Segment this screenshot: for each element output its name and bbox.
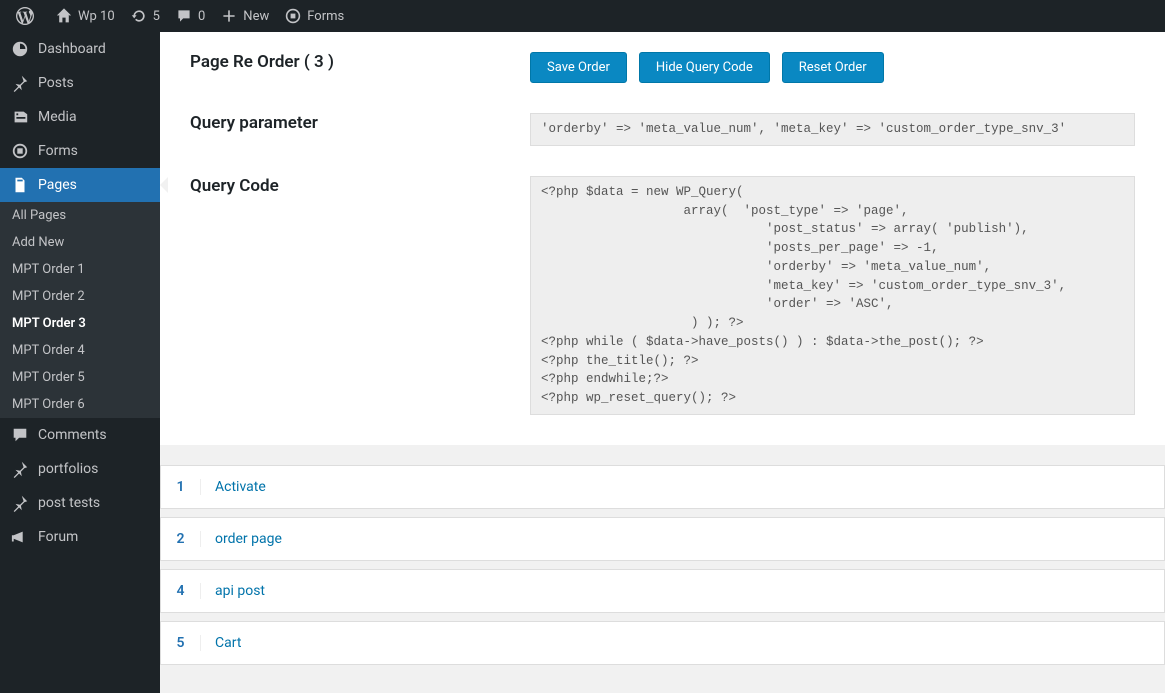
updates-count: 5 (153, 9, 160, 24)
forms-top[interactable]: Forms (277, 0, 352, 32)
megaphone-icon (10, 528, 30, 546)
reset-order-button[interactable]: Reset Order (782, 52, 884, 83)
site-name-label: Wp 10 (78, 9, 115, 24)
forms-label: Forms (307, 9, 344, 24)
query-param-value: 'orderby' => 'meta_value_num', 'meta_key… (530, 113, 1135, 146)
page-row[interactable]: 5Cart (160, 621, 1165, 665)
pages-icon (10, 176, 30, 194)
menu-portfolios[interactable]: portfolios (0, 452, 160, 486)
menu-comments[interactable]: Comments (0, 418, 160, 452)
page-title: Page Re Order ( 3 ) (190, 52, 530, 72)
page-row-number: 2 (161, 531, 201, 547)
admin-bar: Wp 10 5 0 New Forms (0, 0, 1165, 32)
page-row-title[interactable]: order page (201, 531, 282, 547)
page-row-title[interactable]: api post (201, 583, 265, 599)
menu-forms-label: Forms (38, 143, 78, 159)
page-row-number: 4 (161, 583, 201, 599)
submenu-all-pages[interactable]: All Pages (0, 202, 160, 229)
refresh-icon (131, 8, 147, 24)
settings-panel: Page Re Order ( 3 ) Save Order Hide Quer… (160, 32, 1165, 445)
pin-icon (10, 74, 30, 92)
submenu-mpt-5[interactable]: MPT Order 5 (0, 364, 160, 391)
menu-portfolios-label: portfolios (38, 461, 98, 477)
plus-icon (221, 8, 237, 24)
new-label: New (243, 9, 269, 24)
page-row-title[interactable]: Cart (201, 635, 241, 651)
page-row-number: 5 (161, 635, 201, 651)
updates[interactable]: 5 (123, 0, 168, 32)
dashboard-icon (10, 40, 30, 58)
menu-forum-label: Forum (38, 529, 78, 545)
forms-icon (285, 8, 301, 24)
submenu-mpt-1[interactable]: MPT Order 1 (0, 256, 160, 283)
media-icon (10, 108, 30, 126)
main-content: Page Re Order ( 3 ) Save Order Hide Quer… (160, 32, 1165, 693)
submenu-add-new[interactable]: Add New (0, 229, 160, 256)
submenu-mpt-4[interactable]: MPT Order 4 (0, 337, 160, 364)
home-icon (56, 8, 72, 24)
menu-dashboard-label: Dashboard (38, 41, 106, 57)
comments-bubble[interactable]: 0 (168, 0, 213, 32)
menu-posts-label: Posts (38, 75, 74, 91)
comments-icon (10, 426, 30, 444)
submenu-mpt-6[interactable]: MPT Order 6 (0, 391, 160, 418)
query-code-label: Query Code (190, 176, 530, 196)
menu-forum[interactable]: Forum (0, 520, 160, 554)
menu-media[interactable]: Media (0, 100, 160, 134)
page-row-number: 1 (161, 479, 201, 495)
menu-post-tests-label: post tests (38, 495, 100, 511)
menu-pages[interactable]: Pages (0, 168, 160, 202)
hide-query-code-button[interactable]: Hide Query Code (639, 52, 770, 83)
submenu-mpt-2[interactable]: MPT Order 2 (0, 283, 160, 310)
new-content[interactable]: New (213, 0, 277, 32)
menu-forms[interactable]: Forms (0, 134, 160, 168)
menu-dashboard[interactable]: Dashboard (0, 32, 160, 66)
menu-post-tests[interactable]: post tests (0, 486, 160, 520)
submenu-mpt-3[interactable]: MPT Order 3 (0, 310, 160, 337)
wp-logo[interactable] (8, 0, 48, 32)
page-row-title[interactable]: Activate (201, 479, 266, 495)
submenu-pages: All Pages Add New MPT Order 1 MPT Order … (0, 202, 160, 418)
page-row[interactable]: 4api post (160, 569, 1165, 613)
pin-icon-2 (10, 460, 30, 478)
page-row[interactable]: 1Activate (160, 465, 1165, 509)
menu-pages-label: Pages (38, 177, 77, 193)
comment-icon (176, 8, 192, 24)
query-code-value: <?php $data = new WP_Query( array( 'post… (530, 176, 1135, 415)
forms-menu-icon (10, 142, 30, 160)
menu-media-label: Media (38, 109, 77, 125)
comments-count: 0 (198, 9, 205, 24)
wordpress-icon (16, 7, 34, 25)
site-name[interactable]: Wp 10 (48, 0, 123, 32)
admin-menu: Dashboard Posts Media Forms Pages All Pa… (0, 32, 160, 693)
page-row[interactable]: 2order page (160, 517, 1165, 561)
save-order-button[interactable]: Save Order (530, 52, 627, 83)
menu-posts[interactable]: Posts (0, 66, 160, 100)
menu-comments-label: Comments (38, 427, 107, 443)
pin-icon-3 (10, 494, 30, 512)
query-param-label: Query parameter (190, 113, 530, 133)
page-order-list: 1Activate 2order page 4api post 5Cart (160, 465, 1165, 693)
